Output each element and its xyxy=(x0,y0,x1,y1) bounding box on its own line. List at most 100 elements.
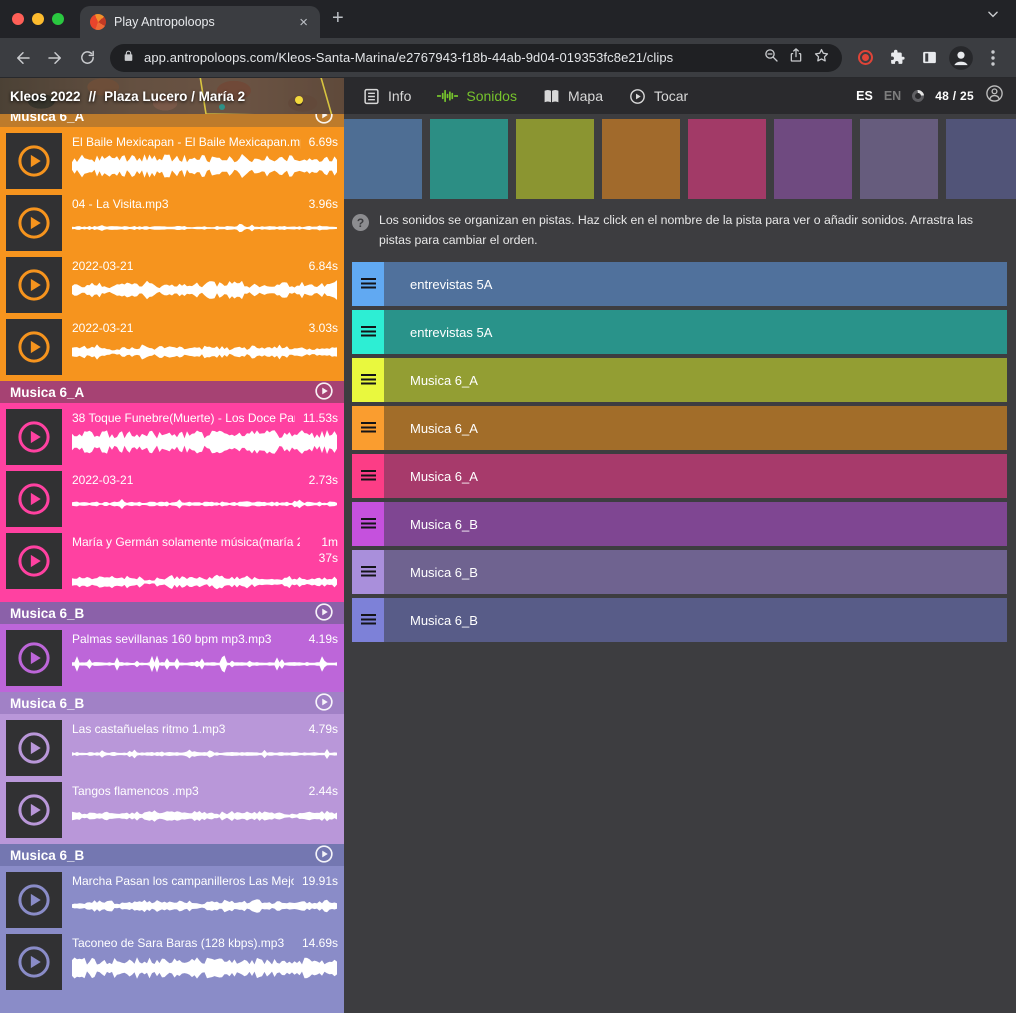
track-section-title[interactable]: Musica 6_B xyxy=(10,696,84,711)
zoom-icon[interactable] xyxy=(763,47,779,68)
clip-name[interactable]: Marcha Pasan los campanilleros Las Mejor… xyxy=(72,873,294,889)
track-drag-handle[interactable] xyxy=(352,358,384,402)
track-color-swatch-7[interactable] xyxy=(946,119,1016,199)
track-section-header[interactable]: Musica 6_B xyxy=(0,602,344,624)
bookmark-star-icon[interactable] xyxy=(813,47,830,69)
section-play-button[interactable] xyxy=(314,692,334,714)
nav-info[interactable]: Info xyxy=(350,78,424,114)
tab-close-icon[interactable]: × xyxy=(295,14,312,31)
track-bar[interactable]: Musica 6_B xyxy=(384,502,1007,546)
clip-name[interactable]: 2022-03-21 xyxy=(72,258,301,274)
track-color-swatch-5[interactable] xyxy=(774,119,852,199)
track-row-0[interactable]: entrevistas 5A xyxy=(352,262,1007,306)
clip-name[interactable]: 38 Toque Funebre(Muerte) - Los Doce Par.… xyxy=(72,410,295,426)
track-bar[interactable]: Musica 6_A xyxy=(384,358,1007,402)
track-row-3[interactable]: Musica 6_A xyxy=(352,406,1007,450)
window-minimize-button[interactable] xyxy=(32,13,44,25)
clip-name[interactable]: 04 - La Visita.mp3 xyxy=(72,196,301,212)
lang-en-button[interactable]: EN xyxy=(884,89,901,103)
clip-play-button[interactable] xyxy=(6,409,62,465)
track-bar[interactable]: Musica 6_A xyxy=(384,454,1007,498)
track-section-title[interactable]: Musica 6_A xyxy=(10,114,84,124)
track-drag-handle[interactable] xyxy=(352,406,384,450)
track-color-swatch-6[interactable] xyxy=(860,119,938,199)
url-bar[interactable]: app.antropoloops.com/Kleos-Santa-Marina/… xyxy=(110,44,842,72)
lock-icon[interactable] xyxy=(122,49,135,67)
reload-button[interactable] xyxy=(72,43,102,73)
clip-play-button[interactable] xyxy=(6,319,62,375)
track-row-6[interactable]: Musica 6_B xyxy=(352,550,1007,594)
account-icon[interactable] xyxy=(985,84,1004,108)
track-color-swatch-0[interactable] xyxy=(344,119,422,199)
breadcrumb[interactable]: Kleos 2022 // Plaza Lucero / María 2 xyxy=(0,78,344,114)
breadcrumb-project[interactable]: Kleos 2022 xyxy=(10,89,81,104)
track-bar[interactable]: entrevistas 5A xyxy=(384,262,1007,306)
clip-play-button[interactable] xyxy=(6,720,62,776)
profile-avatar[interactable] xyxy=(946,43,976,73)
clip-name[interactable]: 2022-03-21 xyxy=(72,320,301,336)
clip-play-button[interactable] xyxy=(6,533,62,589)
clip-play-button[interactable] xyxy=(6,133,62,189)
track-section-title[interactable]: Musica 6_B xyxy=(10,606,84,621)
menu-dots-icon[interactable] xyxy=(978,43,1008,73)
track-drag-handle[interactable] xyxy=(352,598,384,642)
track-color-swatch-4[interactable] xyxy=(688,119,766,199)
track-section-title[interactable]: Musica 6_A xyxy=(10,385,84,400)
share-icon[interactable] xyxy=(788,47,804,68)
recording-indicator-icon[interactable] xyxy=(850,43,880,73)
window-close-button[interactable] xyxy=(12,13,24,25)
clip-play-button[interactable] xyxy=(6,630,62,686)
track-row-4[interactable]: Musica 6_A xyxy=(352,454,1007,498)
browser-tab[interactable]: Play Antropoloops × xyxy=(80,6,320,38)
track-drag-handle[interactable] xyxy=(352,310,384,354)
nav-mapa[interactable]: Mapa xyxy=(530,78,616,114)
track-row-1[interactable]: entrevistas 5A xyxy=(352,310,1007,354)
track-drag-handle[interactable] xyxy=(352,550,384,594)
clip-name[interactable]: Palmas sevillanas 160 bpm mp3.mp3 xyxy=(72,631,301,647)
track-section-header[interactable]: Musica 6_B xyxy=(0,844,344,866)
clip-play-button[interactable] xyxy=(6,257,62,313)
track-row-7[interactable]: Musica 6_B xyxy=(352,598,1007,642)
track-drag-handle[interactable] xyxy=(352,454,384,498)
url-text[interactable]: app.antropoloops.com/Kleos-Santa-Marina/… xyxy=(144,50,754,65)
track-drag-handle[interactable] xyxy=(352,502,384,546)
track-bar[interactable]: Musica 6_A xyxy=(384,406,1007,450)
clip-name[interactable]: María y Germán solamente música(maría 2.… xyxy=(72,534,300,550)
track-section-title[interactable]: Musica 6_B xyxy=(10,848,84,863)
nav-sonidos[interactable]: Sonidos xyxy=(424,78,530,114)
clip-play-button[interactable] xyxy=(6,471,62,527)
clip-name[interactable]: Las castañuelas ritmo 1.mp3 xyxy=(72,721,301,737)
forward-button[interactable] xyxy=(40,43,70,73)
clip-play-button[interactable] xyxy=(6,195,62,251)
clip-name[interactable]: Tangos flamencos .mp3 xyxy=(72,783,301,799)
breadcrumb-path[interactable]: Plaza Lucero / María 2 xyxy=(104,89,245,104)
clip-name[interactable]: 2022-03-21 xyxy=(72,472,301,488)
section-play-button[interactable] xyxy=(314,114,334,127)
clip-play-button[interactable] xyxy=(6,872,62,928)
track-color-swatch-3[interactable] xyxy=(602,119,680,199)
track-row-2[interactable]: Musica 6_A xyxy=(352,358,1007,402)
clip-play-button[interactable] xyxy=(6,934,62,990)
section-play-button[interactable] xyxy=(314,381,334,403)
track-drag-handle[interactable] xyxy=(352,262,384,306)
new-tab-button[interactable]: + xyxy=(332,8,344,28)
track-color-swatch-1[interactable] xyxy=(430,119,508,199)
clip-name[interactable]: Taconeo de Sara Baras (128 kbps).mp3 xyxy=(72,935,294,951)
back-button[interactable] xyxy=(8,43,38,73)
track-row-5[interactable]: Musica 6_B xyxy=(352,502,1007,546)
clip-name[interactable]: El Baile Mexicapan - El Baile Mexicapan.… xyxy=(72,134,301,150)
side-panel-icon[interactable] xyxy=(914,43,944,73)
track-section-header[interactable]: Musica 6_A xyxy=(0,114,344,127)
nav-tocar[interactable]: Tocar xyxy=(616,78,701,114)
section-play-button[interactable] xyxy=(314,844,334,866)
track-bar[interactable]: Musica 6_B xyxy=(384,598,1007,642)
lang-es-button[interactable]: ES xyxy=(856,89,873,103)
track-bar[interactable]: entrevistas 5A xyxy=(384,310,1007,354)
track-color-swatch-2[interactable] xyxy=(516,119,594,199)
section-play-button[interactable] xyxy=(314,602,334,624)
track-section-header[interactable]: Musica 6_A xyxy=(0,381,344,403)
extensions-puzzle-icon[interactable] xyxy=(882,43,912,73)
track-bar[interactable]: Musica 6_B xyxy=(384,550,1007,594)
window-zoom-button[interactable] xyxy=(52,13,64,25)
track-section-header[interactable]: Musica 6_B xyxy=(0,692,344,714)
